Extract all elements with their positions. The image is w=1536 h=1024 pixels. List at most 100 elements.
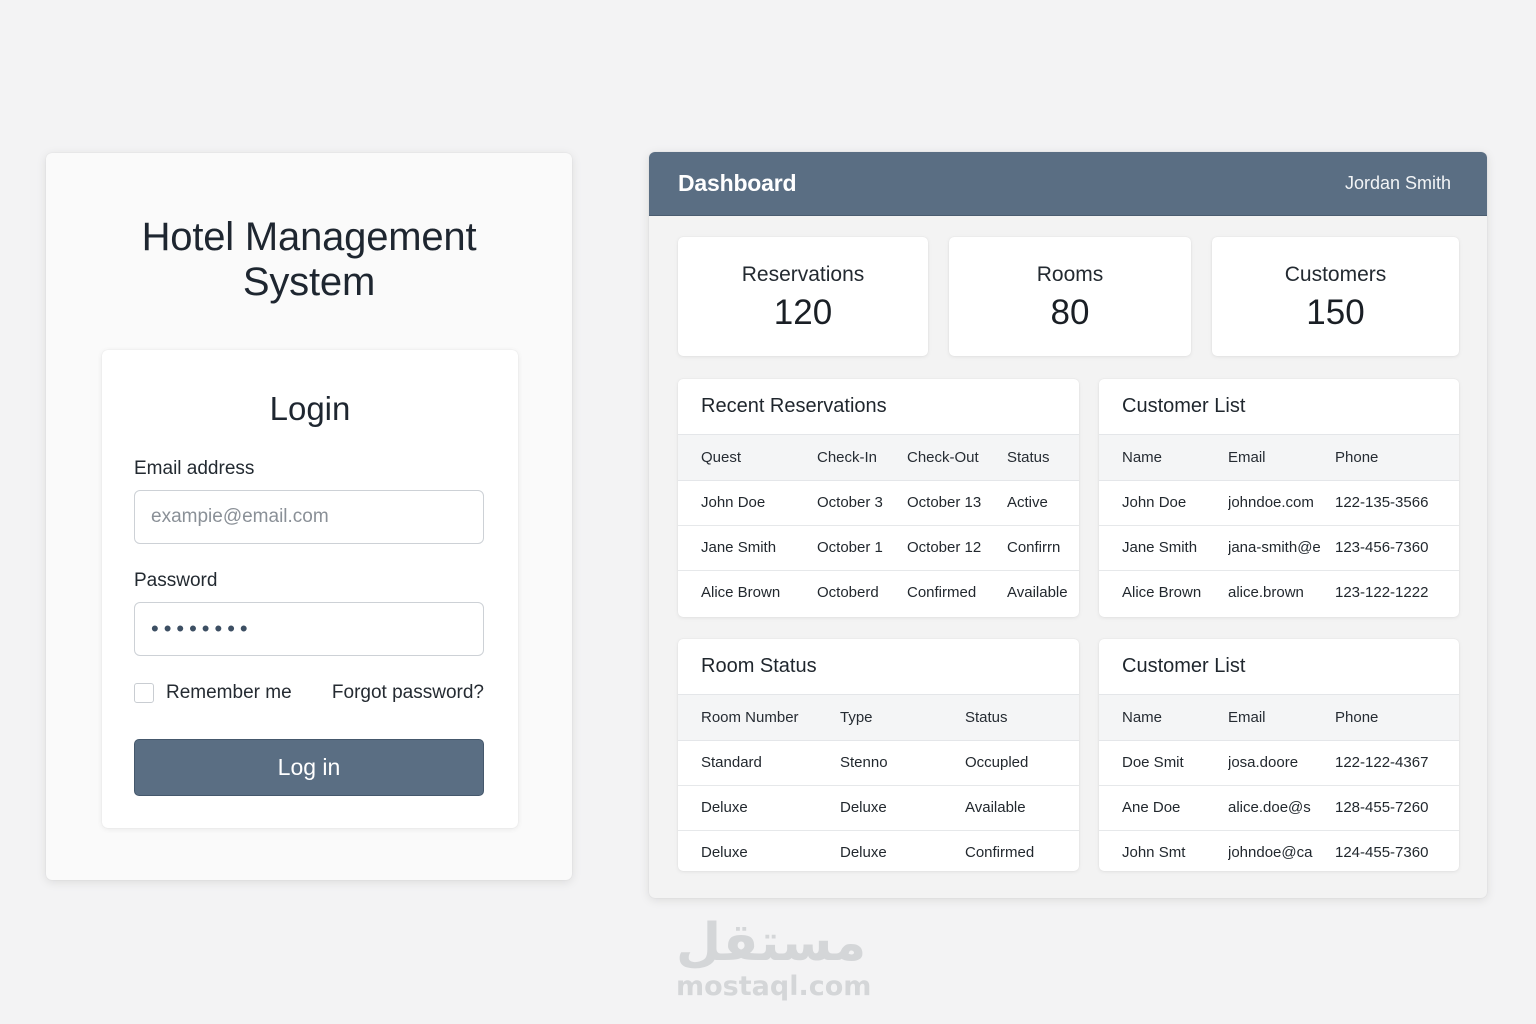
table-cell: Alice Brown [1122, 584, 1202, 602]
table-cell: Ane Doe [1099, 785, 1228, 831]
table-row[interactable]: Jane Smith October 1 October 12 Confirrn [678, 525, 1079, 571]
user-name[interactable]: Jordan Smith [1345, 173, 1451, 194]
remember-row: Remember me Forgot password? [134, 681, 484, 705]
table-cell: Confirrn [1007, 525, 1079, 571]
table-cell: 122-122-4367 [1335, 740, 1459, 786]
recent-reservations-panel: Recent Reservations Quest Check-In Check… [678, 379, 1079, 617]
customer-table: Name Email Phone Doe Smit josa.doore 122… [1099, 695, 1459, 871]
table-cell: 123-456-7360 [1335, 525, 1459, 571]
table-header-row: Name Email Phone [1099, 695, 1459, 741]
table-cell: John Doe [678, 480, 817, 526]
table-row[interactable]: Deluxe Deluxe Confirmed [678, 830, 1079, 871]
table-cell: John Smt [1122, 844, 1186, 862]
table-row[interactable]: John Doe johndoe.com 122-135-3566 [1099, 480, 1459, 526]
column-header[interactable]: Email [1228, 695, 1335, 741]
column-header[interactable]: Check-Out [907, 435, 1007, 481]
column-header[interactable]: Phone [1335, 435, 1459, 481]
customer-table: Name Email Phone John Doe johndoe.com 12… [1099, 435, 1459, 615]
email-label: Email address [134, 458, 255, 479]
panel-title: Room Status [678, 639, 1079, 695]
table-cell: jana-smith@e [1228, 525, 1335, 571]
watermark-latin: mostaql.com [676, 971, 872, 1002]
column-header[interactable]: Room Number [678, 695, 840, 741]
remember-me-checkbox[interactable] [134, 683, 154, 703]
table-cell: Stenno [840, 740, 965, 786]
login-card: Hotel Management System Login Email addr… [46, 153, 572, 880]
table-cell: John Doe [1099, 480, 1228, 526]
column-header[interactable]: Type [840, 695, 965, 741]
room-status-table: Room Number Type Status Standard Stenno … [678, 695, 1079, 871]
table-cell: Jane Smith [1099, 525, 1228, 571]
stat-card-rooms: Rooms 80 [949, 237, 1191, 356]
login-form: Login Email address Password Remember me… [102, 350, 518, 828]
password-field[interactable] [134, 602, 484, 656]
table-cell: Active [1007, 480, 1079, 526]
panel-title: Recent Reservations [678, 379, 1079, 435]
table-cell: October 12 [907, 525, 1007, 571]
table-cell: Confirmed [907, 584, 977, 602]
login-button[interactable]: Log in [134, 739, 484, 796]
column-header[interactable]: Email [1228, 435, 1335, 481]
table-cell: 128-455-7260 [1335, 785, 1459, 831]
table-cell: October 1 [817, 525, 907, 571]
table-cell: 123-122-1222 [1335, 584, 1429, 602]
remember-me-control[interactable]: Remember me [134, 682, 292, 704]
mostaql-watermark: مستقل mostaql.com [676, 912, 872, 1002]
table-cell: Jane Smith [678, 525, 817, 571]
remember-me-label[interactable]: Remember me [166, 682, 292, 704]
email-field[interactable] [134, 490, 484, 544]
column-header[interactable]: Quest [678, 435, 817, 481]
table-row[interactable]: John Smt johndoe@ca 124-455-7360 [1099, 830, 1459, 871]
table-cell: josa.doore [1228, 740, 1335, 786]
stat-value: 150 [1306, 293, 1365, 332]
app-title: Hotel Management System [46, 215, 572, 305]
column-header[interactable]: Status [1007, 435, 1079, 481]
reservations-table: Quest Check-In Check-Out Status John Doe… [678, 435, 1079, 615]
watermark-arabic: مستقل [676, 913, 867, 973]
stat-value: 80 [1050, 293, 1090, 332]
stat-label: Reservations [741, 263, 865, 286]
table-cell: October 3 [817, 480, 907, 526]
column-header[interactable]: Name [1099, 435, 1228, 481]
table-cell: Confirmed [965, 844, 1035, 862]
dashboard-panel: Dashboard Jordan Smith Reservations 120 … [649, 152, 1487, 898]
panel-title: Customer List [1099, 639, 1459, 695]
table-cell: 124-455-7360 [1335, 844, 1429, 862]
app-title-line-1: Hotel Management [141, 215, 477, 259]
customer-list-panel: Customer List Name Email Phone John Doe … [1099, 379, 1459, 617]
table-cell: johndoe.com [1228, 480, 1335, 526]
table-row[interactable]: Ane Doe alice.doe@s 128-455-7260 [1099, 785, 1459, 831]
table-row[interactable]: John Doe October 3 October 13 Active [678, 480, 1079, 526]
stat-label: Rooms [1036, 263, 1104, 286]
table-row[interactable]: Alice Brown alice.brown 123-122-1222 [1099, 570, 1459, 615]
table-cell: Occupled [965, 740, 1079, 786]
table-cell: 122-135-3566 [1335, 480, 1459, 526]
table-cell: alice.doe@s [1228, 785, 1335, 831]
table-cell: October 13 [907, 480, 1007, 526]
password-label: Password [134, 570, 218, 591]
table-row[interactable]: Doe Smit josa.doore 122-122-4367 [1099, 740, 1459, 786]
stat-card-reservations: Reservations 120 [678, 237, 928, 356]
table-cell: Alice Brown [701, 584, 781, 602]
table-cell: Octoberd [817, 584, 879, 602]
customer-list-panel-2: Customer List Name Email Phone Doe Smit … [1099, 639, 1459, 871]
table-header-row: Quest Check-In Check-Out Status [678, 435, 1079, 481]
panel-title: Customer List [1099, 379, 1459, 435]
table-cell: Deluxe [701, 844, 748, 862]
column-header[interactable]: Name [1099, 695, 1228, 741]
column-header[interactable]: Status [965, 695, 1079, 741]
table-header-row: Name Email Phone [1099, 435, 1459, 481]
table-row[interactable]: Jane Smith jana-smith@e 123-456-7360 [1099, 525, 1459, 571]
table-row[interactable]: Alice Brown Octoberd Confirmed Available [678, 570, 1079, 615]
column-header[interactable]: Check-In [817, 435, 907, 481]
stat-value: 120 [773, 293, 833, 332]
table-row[interactable]: Deluxe Deluxe Available [678, 785, 1079, 831]
table-cell: alice.brown [1228, 584, 1304, 602]
table-row[interactable]: Standard Stenno Occupled [678, 740, 1079, 786]
table-header-row: Room Number Type Status [678, 695, 1079, 741]
stat-label: Customers [1284, 263, 1387, 286]
stat-card-customers: Customers 150 [1212, 237, 1459, 356]
table-cell: Available [1007, 584, 1068, 602]
forgot-password-link[interactable]: Forgot password? [332, 682, 484, 704]
column-header[interactable]: Phone [1335, 695, 1459, 741]
